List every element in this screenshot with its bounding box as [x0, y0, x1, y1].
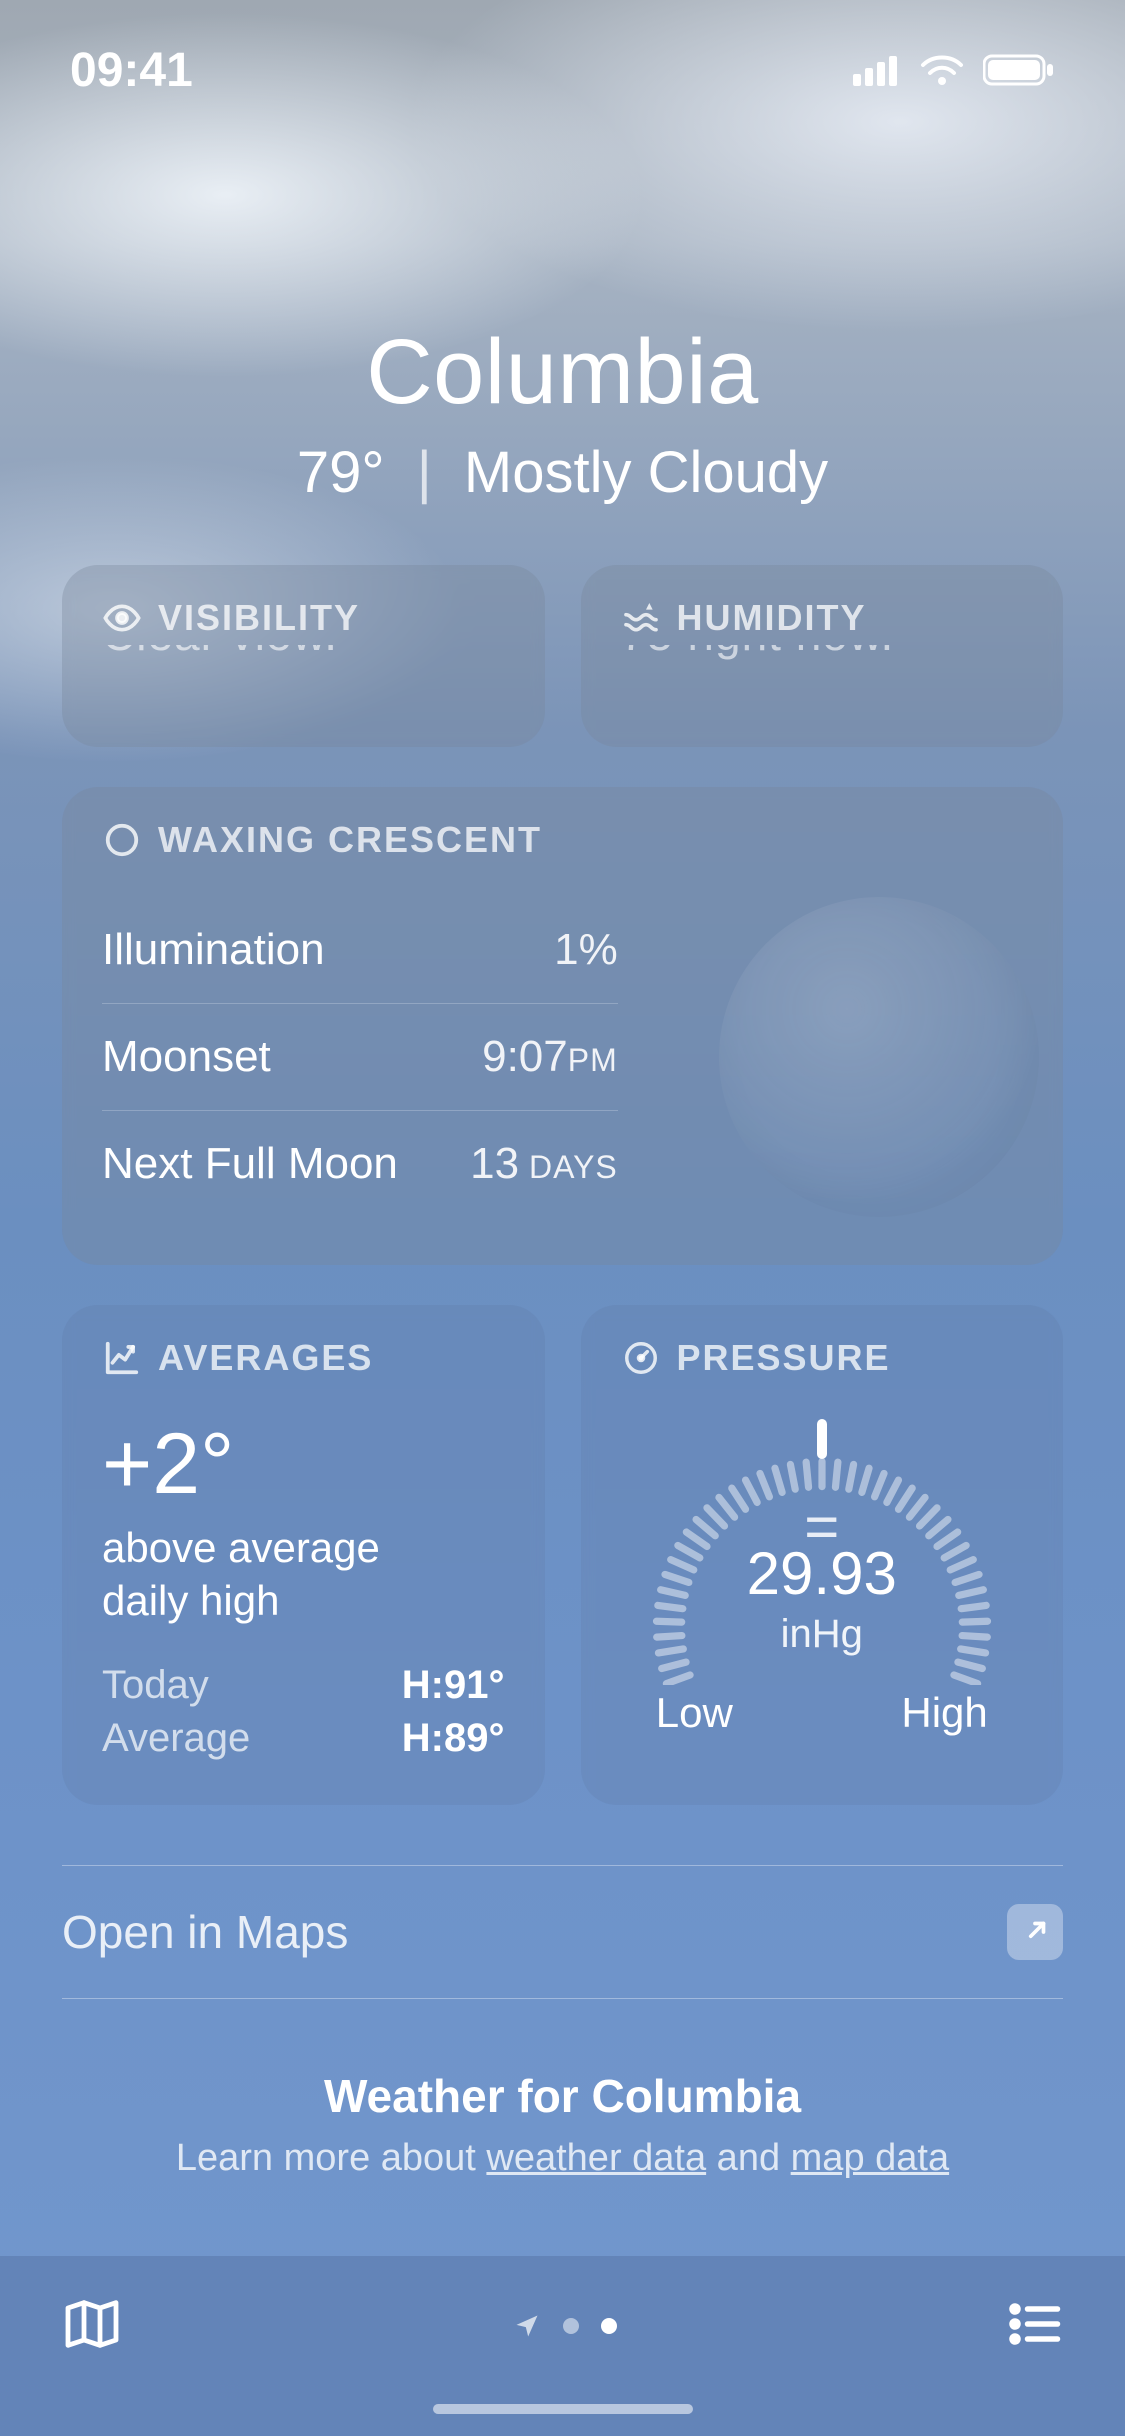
- bottom-toolbar: [0, 2256, 1125, 2436]
- visibility-card[interactable]: VISIBILITY Clear view.: [62, 565, 545, 747]
- battery-icon: [983, 53, 1055, 87]
- moon-illumination-value: 1%: [554, 925, 618, 975]
- pressure-title: PRESSURE: [677, 1337, 891, 1379]
- cellular-icon: [853, 54, 901, 86]
- conditions-line: 79° | Mostly Cloudy: [0, 439, 1125, 506]
- map-data-link[interactable]: map data: [791, 2137, 949, 2179]
- page-dot: [563, 2318, 579, 2334]
- moonset-value: 9:07PM: [482, 1032, 618, 1082]
- status-indicators: [853, 53, 1055, 87]
- chart-icon: [102, 1338, 142, 1378]
- current-temp: 79°: [297, 440, 385, 505]
- humidity-title: HUMIDITY: [677, 597, 867, 639]
- location-header: Columbia 79° | Mostly Cloudy: [0, 320, 1125, 506]
- moon-icon: [102, 820, 142, 860]
- open-in-maps-label: Open in Maps: [62, 1905, 348, 1959]
- moon-card[interactable]: WAXING CRESCENT Illumination 1% Moonset …: [62, 787, 1063, 1265]
- moon-graphic: [719, 897, 1039, 1217]
- pressure-needle: [817, 1419, 827, 1459]
- gauge-icon: [621, 1338, 661, 1378]
- visibility-text: Clear view.: [102, 645, 505, 661]
- status-time: 09:41: [70, 43, 193, 98]
- open-in-maps-row[interactable]: Open in Maps: [62, 1865, 1063, 1999]
- page-dot-active: [601, 2318, 617, 2334]
- humidity-icon: [621, 598, 661, 638]
- next-full-moon-value: 13 DAYS: [470, 1139, 618, 1189]
- wifi-icon: [919, 53, 965, 87]
- pressure-trend: =: [642, 1515, 1002, 1539]
- next-full-moon-row: Next Full Moon 13 DAYS: [102, 1111, 618, 1217]
- averages-card[interactable]: AVERAGES +2° above average daily high To…: [62, 1305, 545, 1805]
- next-full-moon-label: Next Full Moon: [102, 1139, 398, 1189]
- humidity-text: 75 right now.: [621, 645, 1024, 661]
- pressure-low-label: Low: [656, 1689, 733, 1737]
- attribution: Weather for Columbia Learn more about we…: [62, 2069, 1063, 2180]
- status-bar: 09:41: [0, 0, 1125, 140]
- pressure-gauge: = 29.93 inHg: [642, 1425, 1002, 1685]
- eye-icon: [102, 598, 142, 638]
- pressure-card[interactable]: PRESSURE = 29.93 inHg: [581, 1305, 1064, 1805]
- averages-delta: +2°: [102, 1415, 505, 1514]
- moon-illumination-label: Illumination: [102, 925, 325, 975]
- location-arrow-icon: [513, 2312, 541, 2340]
- humidity-card[interactable]: HUMIDITY 75 right now.: [581, 565, 1064, 747]
- attribution-title: Weather for Columbia: [62, 2069, 1063, 2123]
- home-indicator[interactable]: [433, 2404, 693, 2414]
- current-condition: Mostly Cloudy: [464, 440, 828, 505]
- moon-illumination-row: Illumination 1%: [102, 897, 618, 1004]
- city-name: Columbia: [0, 320, 1125, 425]
- moonset-row: Moonset 9:07PM: [102, 1004, 618, 1111]
- map-icon[interactable]: [60, 2292, 124, 2361]
- averages-title: AVERAGES: [158, 1337, 373, 1379]
- page-dots[interactable]: [513, 2312, 617, 2340]
- pressure-unit: inHg: [642, 1612, 1002, 1657]
- averages-average-row: Average H:89°: [102, 1712, 505, 1765]
- averages-desc: above average daily high: [102, 1522, 505, 1627]
- weather-data-link[interactable]: weather data: [486, 2137, 706, 2179]
- pressure-high-label: High: [901, 1689, 987, 1737]
- moon-title: WAXING CRESCENT: [158, 819, 542, 861]
- external-link-icon: [1007, 1904, 1063, 1960]
- moonset-label: Moonset: [102, 1032, 271, 1082]
- list-icon[interactable]: [1005, 2294, 1065, 2359]
- visibility-title: VISIBILITY: [158, 597, 360, 639]
- divider: |: [417, 440, 432, 505]
- averages-today-row: Today H:91°: [102, 1659, 505, 1712]
